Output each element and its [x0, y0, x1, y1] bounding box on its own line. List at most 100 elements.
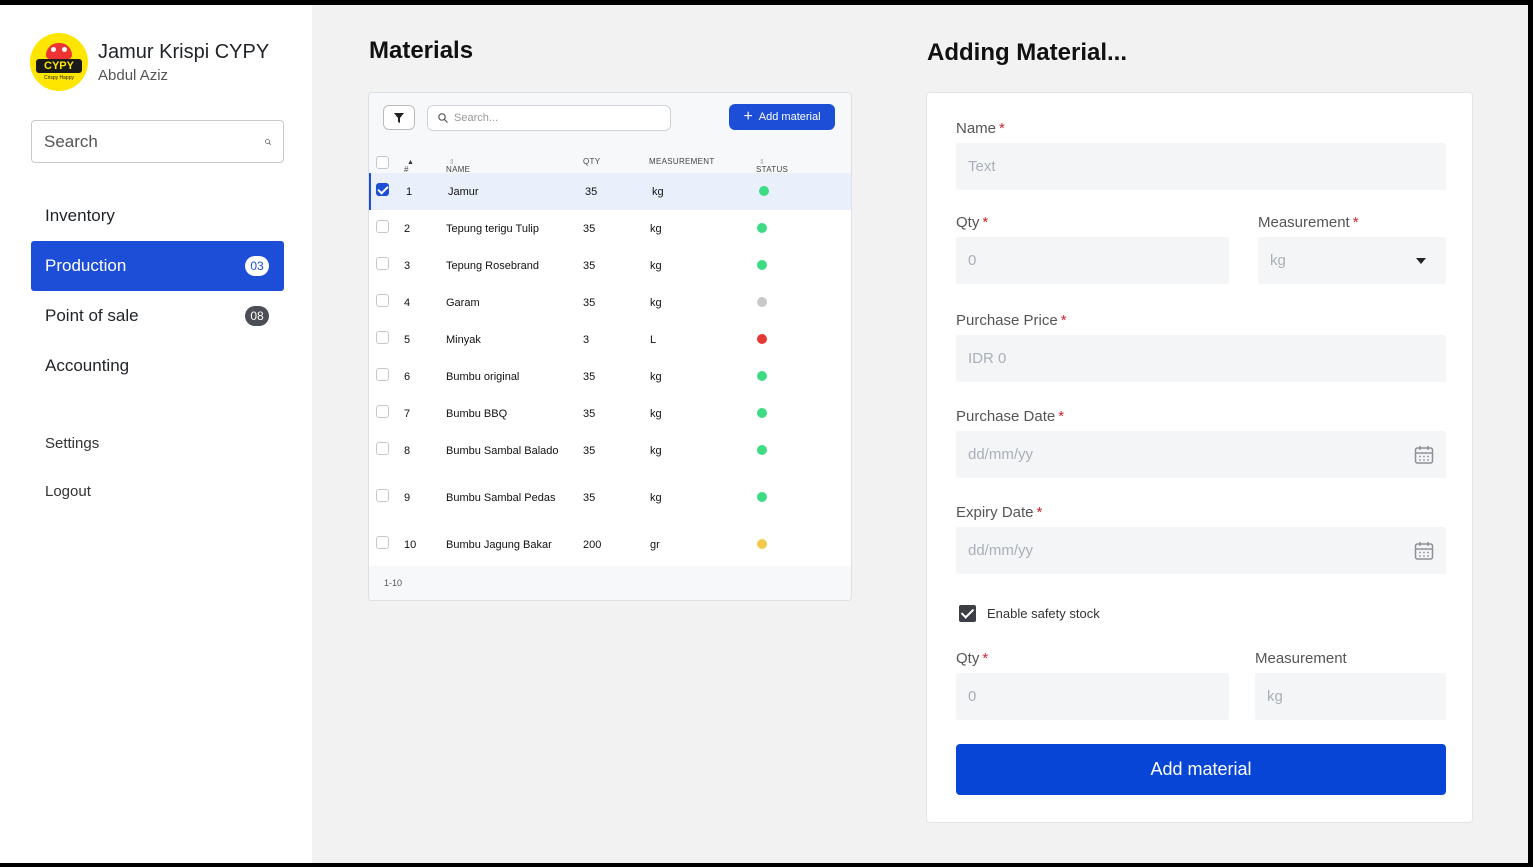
safety-measurement-field[interactable]: kg	[1255, 673, 1446, 720]
table-row[interactable]: 2 Tepung terigu Tulip 35 kg	[369, 210, 851, 247]
label-text: Name	[956, 120, 997, 137]
table-search-input[interactable]: Search...	[427, 105, 671, 131]
required-mark: *	[982, 214, 989, 231]
safety-stock-checkbox[interactable]	[959, 605, 976, 622]
sidebar-search[interactable]	[31, 120, 284, 163]
calendar-icon[interactable]	[1414, 541, 1434, 561]
row-number: 7	[404, 408, 411, 420]
table-row[interactable]: 8 Bumbu Sambal Balado 35 kg	[369, 432, 851, 479]
status-dot	[757, 297, 767, 307]
column-header-name[interactable]: NAME ⇕	[446, 157, 470, 174]
row-measurement: kg	[650, 492, 662, 504]
required-mark: *	[999, 120, 1005, 137]
row-checkbox[interactable]	[376, 368, 389, 381]
brand: CYPY Crispy Happy Jamur Krispi CYPY Abdu…	[30, 33, 269, 91]
table-row[interactable]: 1 Jamur 35 kg	[369, 173, 851, 210]
measurement-label: Measurement *	[1258, 214, 1359, 231]
filter-icon	[394, 112, 404, 123]
row-qty: 35	[583, 371, 596, 383]
safety-stock-toggle[interactable]: Enable safety stock	[959, 605, 1100, 622]
required-mark: *	[982, 650, 989, 667]
user-name: Abdul Aziz	[98, 67, 169, 84]
column-header-status[interactable]: STATUS ⇕	[756, 157, 788, 174]
add-material-submit-button[interactable]: Add material	[956, 744, 1446, 795]
table-row[interactable]: 5 Minyak 3 L	[369, 321, 851, 358]
sidebar-item-accounting[interactable]: Accounting	[31, 341, 284, 391]
table-row[interactable]: 4 Garam 35 kg	[369, 284, 851, 321]
date-placeholder: dd/mm/yy	[968, 446, 1034, 463]
row-name: Bumbu Sambal Pedas	[446, 492, 556, 504]
label-text: Qty	[956, 214, 980, 231]
row-checkbox[interactable]	[376, 331, 389, 344]
row-measurement: kg	[650, 445, 662, 457]
row-checkbox[interactable]	[376, 405, 389, 418]
status-dot	[757, 260, 767, 270]
search-input[interactable]	[44, 131, 265, 152]
row-qty: 35	[585, 186, 598, 198]
measurement-select[interactable]: kg	[1258, 237, 1446, 284]
safety-qty-field[interactable]: 0	[956, 673, 1229, 720]
row-qty: 35	[583, 445, 596, 457]
table-row[interactable]: 3 Tepung Rosebrand 35 kg	[369, 247, 851, 284]
row-name: Minyak	[446, 334, 481, 346]
qty-label: Qty *	[956, 214, 988, 231]
settings-link[interactable]: Settings	[45, 435, 99, 452]
row-checkbox[interactable]	[376, 536, 389, 549]
row-number: 3	[404, 260, 411, 272]
table-row[interactable]: 7 Bumbu BBQ 35 kg	[369, 395, 851, 432]
table-row[interactable]: 6 Bumbu original 35 kg	[369, 358, 851, 395]
add-material-form: Name * Text Qty * 0 Measurement * kg Purcha…	[926, 92, 1473, 823]
safety-measurement-label: Measurement	[1255, 650, 1347, 667]
row-qty: 35	[583, 492, 596, 504]
main-nav: Inventory Production 03 Point of sale 08…	[31, 191, 284, 391]
table-header: # ▲ NAME ⇕ QTY MEASUREMENT STATUS ⇕	[369, 149, 851, 174]
row-checkbox[interactable]	[376, 442, 389, 455]
materials-title: Materials	[369, 37, 474, 64]
row-number: 10	[404, 539, 417, 551]
row-qty: 3	[583, 334, 590, 346]
required-mark: *	[1352, 214, 1359, 231]
logout-link[interactable]: Logout	[45, 483, 91, 500]
table-row[interactable]: 10 Bumbu Jagung Bakar 200 gr	[369, 526, 851, 563]
row-checkbox[interactable]	[376, 220, 389, 233]
sidebar-item-point-of-sale[interactable]: Point of sale 08	[31, 291, 284, 341]
status-dot	[757, 492, 767, 502]
row-number: 2	[404, 223, 411, 235]
name-field[interactable]: Text	[956, 143, 1446, 190]
calendar-icon[interactable]	[1414, 445, 1434, 465]
row-checkbox[interactable]	[376, 183, 389, 196]
purchase-price-label: Purchase Price *	[956, 312, 1067, 329]
sidebar-item-label: Accounting	[45, 356, 130, 375]
form-title: Adding Material...	[927, 39, 1128, 66]
select-all-checkbox[interactable]	[376, 156, 389, 169]
search-icon[interactable]	[265, 133, 271, 151]
price-placeholder: IDR 0	[968, 350, 1007, 367]
plus-icon: +	[743, 108, 753, 125]
row-measurement: kg	[650, 371, 662, 383]
row-checkbox[interactable]	[376, 489, 389, 502]
safety-stock-label: Enable safety stock	[987, 606, 1100, 621]
status-dot	[757, 223, 767, 233]
filter-button[interactable]	[383, 105, 415, 130]
row-number: 5	[404, 334, 411, 346]
qty-field[interactable]: 0	[956, 237, 1229, 284]
add-material-button[interactable]: + Add material	[729, 104, 835, 130]
logo-tagline: Crispy Happy	[43, 75, 74, 81]
expiry-date-field[interactable]: dd/mm/yy	[956, 527, 1446, 574]
purchase-price-field[interactable]: IDR 0	[956, 335, 1446, 382]
sidebar-item-inventory[interactable]: Inventory	[31, 191, 284, 241]
row-measurement: L	[650, 334, 657, 346]
name-placeholder: Text	[968, 158, 996, 175]
app-window: CYPY Crispy Happy Jamur Krispi CYPY Abdu…	[0, 5, 1528, 863]
purchase-date-field[interactable]: dd/mm/yy	[956, 431, 1446, 478]
column-header-num[interactable]: # ▲	[404, 157, 414, 174]
label-text: Expiry Date	[956, 504, 1034, 521]
row-name: Bumbu Sambal Balado	[446, 445, 559, 457]
row-checkbox[interactable]	[376, 257, 389, 270]
sidebar-item-production[interactable]: Production 03	[31, 241, 284, 291]
materials-table: Search... + Add material # ▲ NAME ⇕ QTY ME…	[368, 92, 852, 601]
row-checkbox[interactable]	[376, 294, 389, 307]
table-row[interactable]: 9 Bumbu Sambal Pedas 35 kg	[369, 479, 851, 526]
row-measurement: kg	[652, 186, 664, 198]
row-qty: 35	[583, 260, 596, 272]
